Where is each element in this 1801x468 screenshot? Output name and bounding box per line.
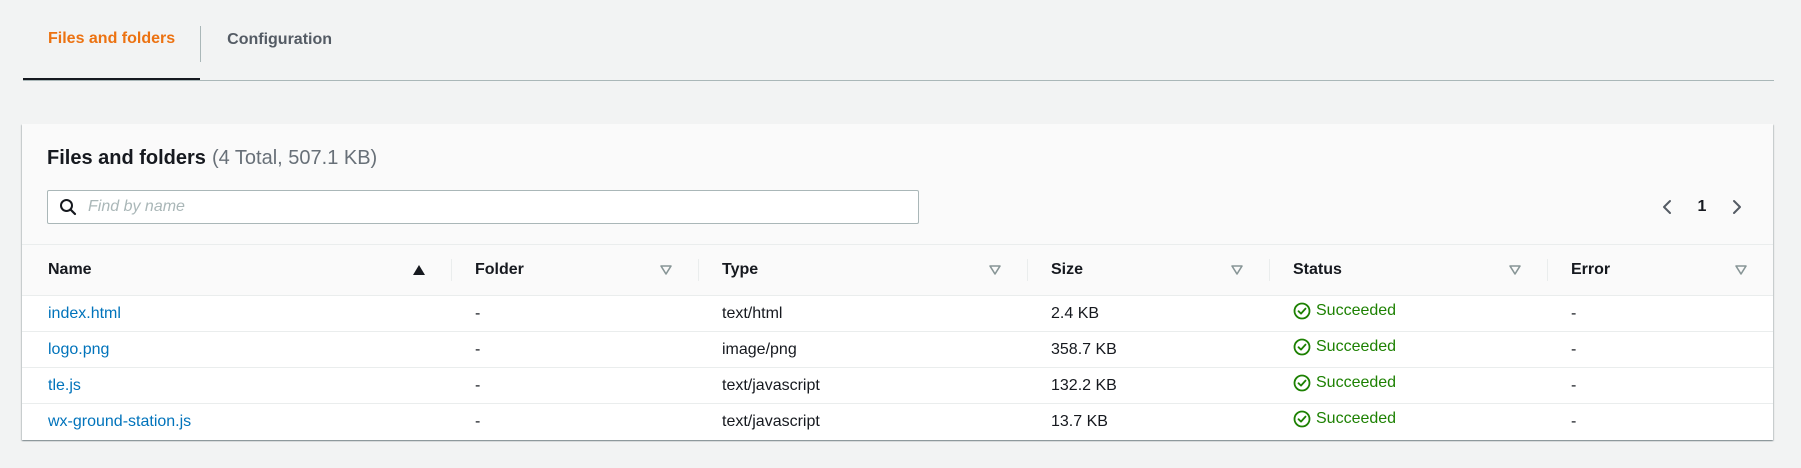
column-label: Name <box>48 261 92 278</box>
panel-header: Files and folders(4 Total, 507.1 KB) 1 <box>22 124 1773 245</box>
panel-counter: (4 Total, 507.1 KB) <box>211 147 378 169</box>
table-row: tle.js - text/javascript 132.2 KB Succee… <box>22 367 1773 404</box>
column-label: Error <box>1571 261 1611 278</box>
chevron-left-icon[interactable] <box>1651 191 1683 223</box>
page-number[interactable]: 1 <box>1683 198 1721 216</box>
status-indicator: Succeeded <box>1293 302 1396 320</box>
file-link[interactable]: index.html <box>48 305 121 322</box>
search-icon <box>48 191 88 223</box>
column-header-size[interactable]: Size <box>1027 245 1269 296</box>
check-circle-icon <box>1293 338 1311 356</box>
cell-type: text/javascript <box>722 412 820 430</box>
column-header-folder[interactable]: Folder <box>451 245 698 296</box>
cell-status: Succeeded <box>1269 295 1547 332</box>
status-text: Succeeded <box>1316 302 1397 319</box>
cell-folder: - <box>475 412 481 430</box>
cell-size: 13.7 KB <box>1051 412 1108 430</box>
panel-title-text: Files and folders <box>47 147 206 169</box>
sort-icon[interactable] <box>1229 262 1245 278</box>
cell-size: 2.4 KB <box>1027 295 1269 332</box>
cell-type: text/javascript <box>698 367 1027 404</box>
cell-error: - <box>1547 295 1773 332</box>
column-label: Status <box>1293 261 1342 278</box>
cell-name: wx-ground-station.js <box>22 404 451 440</box>
panel-title: Files and folders (4 Total, 507.1 KB) <box>47 147 377 170</box>
cell-name: index.html <box>22 295 451 332</box>
cell-status: Succeeded <box>1269 367 1547 404</box>
status-text: Succeeded <box>1316 338 1397 355</box>
cell-size: 132.2 KB <box>1027 367 1269 404</box>
files-panel: Files and folders(4 Total, 507.1 KB) 1 <box>22 124 1773 440</box>
search-box[interactable] <box>47 190 919 224</box>
sort-icon[interactable] <box>1507 262 1523 278</box>
status-text: Succeeded <box>1316 374 1397 391</box>
sort-icon[interactable] <box>658 262 674 278</box>
table-row: wx-ground-station.js - text/javascript 1… <box>22 404 1773 440</box>
cell-error: - <box>1571 412 1577 430</box>
column-header-name[interactable]: Name <box>22 245 451 296</box>
sort-icon[interactable] <box>1733 262 1749 278</box>
sort-ascending-icon[interactable] <box>411 262 427 278</box>
cell-type: image/png <box>698 331 1027 368</box>
search-input[interactable] <box>88 198 918 216</box>
cell-folder: - <box>451 331 698 368</box>
column-header-error[interactable]: Error <box>1547 245 1773 296</box>
column-label: Size <box>1051 261 1084 278</box>
cell-size: 358.7 KB <box>1027 331 1269 368</box>
cell-error: - <box>1547 331 1773 368</box>
check-circle-icon <box>1293 302 1311 320</box>
cell-name: logo.png <box>22 331 451 368</box>
status-indicator: Succeeded <box>1293 338 1396 356</box>
pagination: 1 <box>1651 190 1753 224</box>
table-header-row: Name Folder Type Size Status Error <box>22 245 1773 296</box>
column-label: Folder <box>475 261 524 278</box>
cell-name: tle.js <box>22 367 451 404</box>
cell-type: text/html <box>698 295 1027 332</box>
cell-folder: - <box>451 367 698 404</box>
tab-configuration[interactable]: Configuration <box>201 0 357 80</box>
check-circle-icon <box>1293 374 1311 392</box>
status-text: Succeeded <box>1316 410 1397 427</box>
sort-icon[interactable] <box>987 262 1003 278</box>
file-link[interactable]: logo.png <box>48 341 109 358</box>
cell-status: Succeeded <box>1269 331 1547 368</box>
file-link[interactable]: tle.js <box>48 377 81 394</box>
chevron-right-icon[interactable] <box>1721 191 1753 223</box>
cell-folder: - <box>451 295 698 332</box>
check-circle-icon <box>1293 410 1311 428</box>
cell-error: - <box>1547 367 1773 404</box>
cell-status: Succeeded <box>1269 404 1547 440</box>
column-header-type[interactable]: Type <box>698 245 1027 296</box>
file-link[interactable]: wx-ground-station.js <box>48 413 191 430</box>
tab-files-and-folders[interactable]: Files and folders <box>23 0 201 80</box>
column-header-status[interactable]: Status <box>1269 245 1547 296</box>
status-indicator: Succeeded <box>1293 374 1396 392</box>
column-label: Type <box>722 261 759 278</box>
table-row: logo.png - image/png 358.7 KB Succeeded … <box>22 331 1773 368</box>
files-table: Name Folder Type Size Status Error index… <box>22 245 1773 439</box>
tab-bar: Files and folders Configuration <box>23 0 1774 81</box>
table-row: index.html - text/html 2.4 KB Succeeded … <box>22 295 1773 332</box>
status-indicator: Succeeded <box>1293 410 1396 428</box>
